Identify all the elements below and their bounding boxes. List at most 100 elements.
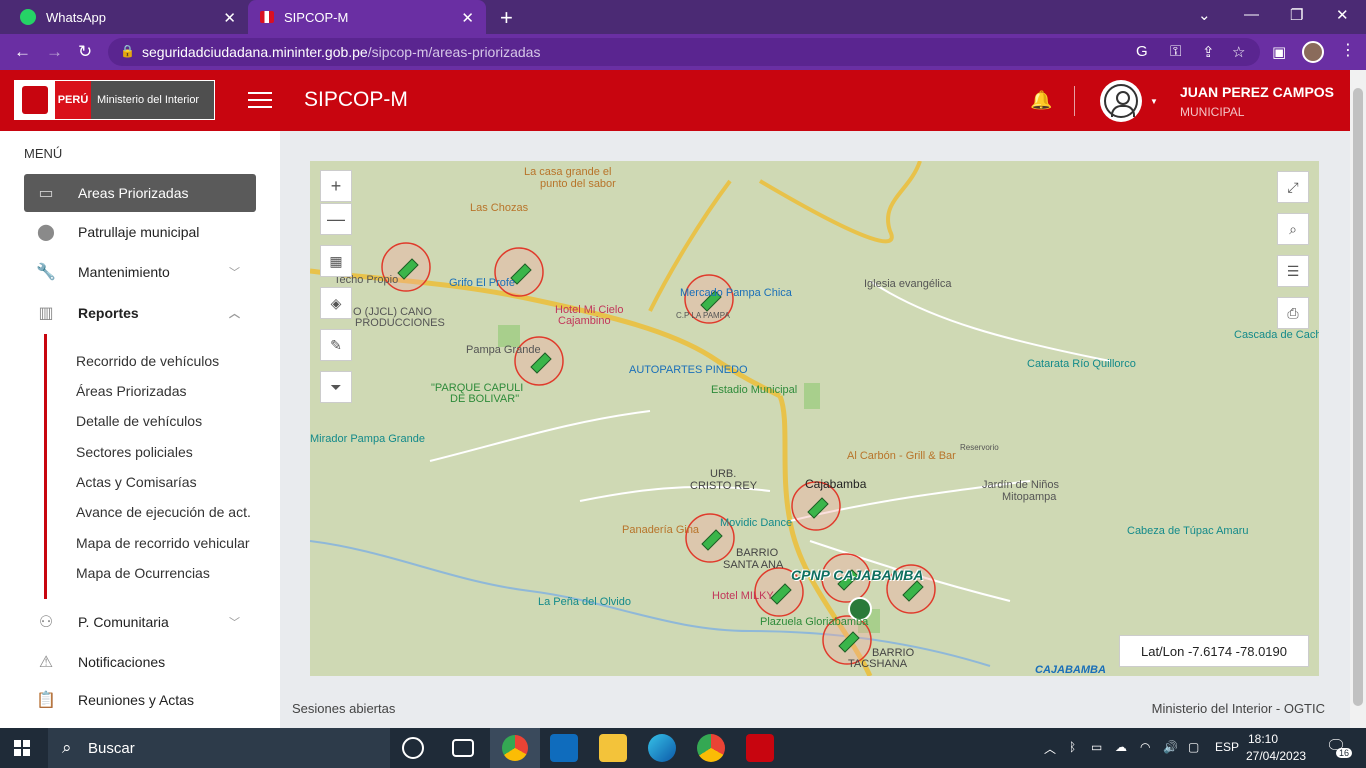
submenu-sectores-policiales[interactable]: Sectores policiales — [76, 444, 193, 460]
place-label: Mirador Pampa Grande — [310, 433, 425, 445]
sidebar-item-notificaciones[interactable]: ⚠ Notificaciones — [24, 643, 256, 681]
sidebar-item-mantenimiento[interactable]: 🔧 Mantenimiento ﹀ — [24, 253, 256, 291]
close-tab-icon[interactable]: ✕ — [223, 9, 236, 27]
place-label: Iglesia evangélica — [864, 278, 952, 290]
restore-icon[interactable]: ❐ — [1290, 6, 1303, 24]
place-label: Cajabamba — [805, 477, 867, 491]
bluetooth-icon[interactable]: ᛒ — [1069, 740, 1076, 754]
display-icon[interactable]: ▢ — [1188, 740, 1199, 754]
place-label: C.P LA PAMPA — [676, 311, 730, 320]
search-icon[interactable]: ⌕ — [1277, 213, 1309, 245]
map-view[interactable]: La casa grande el punto del sabor Las Ch… — [310, 161, 1319, 676]
place-label: TACSHANA — [848, 658, 908, 670]
close-window-icon[interactable]: ✕ — [1336, 6, 1349, 24]
edge-icon[interactable] — [648, 734, 676, 762]
place-label: URB. — [710, 468, 737, 480]
tab-search-icon[interactable]: ⌄ — [1198, 6, 1211, 24]
zoom-in-button[interactable]: + — [320, 170, 352, 202]
taskbar-search[interactable]: ⌕ Buscar — [48, 728, 390, 768]
ministry-logo[interactable]: PERÚ Ministerio del Interior — [14, 80, 215, 120]
sidebar-item-reportes[interactable]: ▥ Reportes ︿ — [24, 294, 256, 332]
side-panel-icon[interactable]: ▣ — [1272, 43, 1286, 61]
location-pin-icon: ⬤ — [37, 224, 55, 241]
url-input[interactable]: 🔒 seguridadciudadana.mininter.gob.pe/sip… — [108, 38, 1260, 66]
place-label: Cascada de Cach — [1234, 329, 1319, 341]
language-indicator[interactable]: ESP — [1215, 740, 1239, 754]
submenu-detalle-vehiculos[interactable]: Detalle de vehículos — [76, 413, 202, 429]
list-icon[interactable]: ☰ — [1277, 255, 1309, 287]
sidebar-item-label: Patrullaje municipal — [78, 224, 200, 240]
bell-icon[interactable]: 🔔 — [1030, 90, 1052, 111]
latlon-readout: Lat/Lon -7.6174 -78.0190 — [1119, 635, 1309, 667]
clock-date[interactable]: 27/04/2023 — [1246, 749, 1306, 763]
sidebar-item-areas-priorizadas[interactable]: ▭ Areas Priorizadas — [24, 174, 256, 212]
layers-icon[interactable]: ◈ — [320, 287, 352, 319]
bar-chart-icon: ▥ — [38, 305, 54, 322]
autocad-icon[interactable] — [746, 734, 774, 762]
user-avatar[interactable] — [1100, 80, 1142, 122]
file-explorer-icon[interactable] — [599, 734, 627, 762]
share-icon[interactable]: ⇪ — [1202, 43, 1215, 61]
clock-time[interactable]: 18:10 — [1248, 732, 1278, 746]
profile-avatar[interactable] — [1302, 41, 1324, 63]
hamburger-menu-icon[interactable] — [248, 92, 272, 108]
page-scrollbar[interactable] — [1350, 70, 1366, 728]
filter-icon[interactable]: ⏷ — [320, 371, 352, 403]
cortana-icon[interactable] — [402, 737, 424, 759]
chrome-icon — [502, 735, 528, 761]
print-icon[interactable]: ⎙ — [1277, 297, 1309, 329]
close-tab-icon[interactable]: ✕ — [461, 9, 474, 27]
google-icon[interactable]: G — [1136, 43, 1148, 60]
sidebar-item-p-comunitaria[interactable]: ⚇ P. Comunitaria ﹀ — [24, 603, 256, 641]
place-label: PRODUCCIONES — [355, 317, 445, 329]
zoom-out-button[interactable]: — — [320, 203, 352, 235]
forward-icon[interactable]: → — [46, 42, 63, 62]
sidebar-item-label: Reuniones y Actas — [78, 692, 194, 708]
reload-icon[interactable]: ↻ — [78, 42, 92, 62]
chevron-down-icon[interactable]: ▼ — [1150, 97, 1158, 106]
user-role: MUNICIPAL — [1180, 105, 1245, 119]
submenu-mapa-recorrido[interactable]: Mapa de recorrido vehicular — [76, 535, 250, 551]
sidebar-item-patrullaje[interactable]: ⬤ Patrullaje municipal — [24, 213, 256, 251]
submenu-recorrido-vehiculos[interactable]: Recorrido de vehículos — [76, 353, 219, 369]
key-icon[interactable]: ⚿ — [1170, 43, 1181, 60]
scrollbar-thumb[interactable] — [1353, 88, 1363, 706]
wifi-icon[interactable]: ◠ — [1140, 740, 1150, 754]
tab-label: WhatsApp — [46, 9, 106, 25]
place-label: La Peña del Olvido — [538, 596, 631, 608]
submenu-mapa-ocurrencias[interactable]: Mapa de Ocurrencias — [76, 565, 210, 581]
browser-menu-icon[interactable]: ⋮ — [1340, 40, 1356, 60]
tab-whatsapp[interactable]: WhatsApp ✕ — [8, 0, 248, 34]
sidebar-item-reuniones[interactable]: 📋 Reuniones y Actas — [24, 681, 256, 719]
chrome-icon[interactable] — [697, 734, 725, 762]
volume-icon[interactable]: 🔊 — [1163, 740, 1178, 754]
browser-tab-strip: WhatsApp ✕ SIPCOP-M ✕ + ⌄ — ❐ ✕ — [0, 0, 1366, 34]
chevron-up-icon[interactable]: ︿ — [1044, 740, 1056, 757]
cloud-icon[interactable]: ☁ — [1115, 740, 1127, 754]
submenu-avance-ejecucion[interactable]: Avance de ejecución de act. — [76, 504, 251, 520]
search-label: Buscar — [88, 739, 135, 757]
minimize-icon[interactable]: — — [1244, 6, 1259, 23]
submenu-areas-priorizadas[interactable]: Áreas Priorizadas — [76, 383, 187, 399]
qr-grid-icon[interactable]: ▦ — [320, 245, 352, 277]
new-tab-button[interactable]: + — [500, 5, 513, 31]
clipboard-icon: 📋 — [36, 692, 56, 709]
submenu-indicator — [44, 334, 47, 599]
outlook-icon[interactable] — [550, 734, 578, 762]
place-label: Reservorio — [960, 443, 999, 452]
sidebar-item-label: Reportes — [78, 305, 139, 321]
task-view-icon[interactable] — [452, 739, 474, 757]
battery-icon[interactable]: ▭ — [1091, 740, 1102, 754]
back-icon[interactable]: ← — [14, 42, 31, 62]
bookmark-star-icon[interactable]: ☆ — [1232, 43, 1245, 61]
notification-count: 16 — [1336, 748, 1353, 758]
place-label: Cajambino — [558, 315, 611, 327]
windows-start-icon[interactable] — [14, 740, 30, 756]
submenu-actas-comisarias[interactable]: Actas y Comisarías — [76, 474, 197, 490]
pencil-icon[interactable]: ✎ — [320, 329, 352, 361]
place-label: BARRIO — [736, 547, 779, 559]
tab-sipcop[interactable]: SIPCOP-M ✕ — [248, 0, 486, 34]
place-label: Panadería Gina — [622, 524, 700, 536]
fullscreen-icon[interactable]: ⤢ — [1277, 171, 1309, 203]
map-roads — [310, 161, 1111, 676]
